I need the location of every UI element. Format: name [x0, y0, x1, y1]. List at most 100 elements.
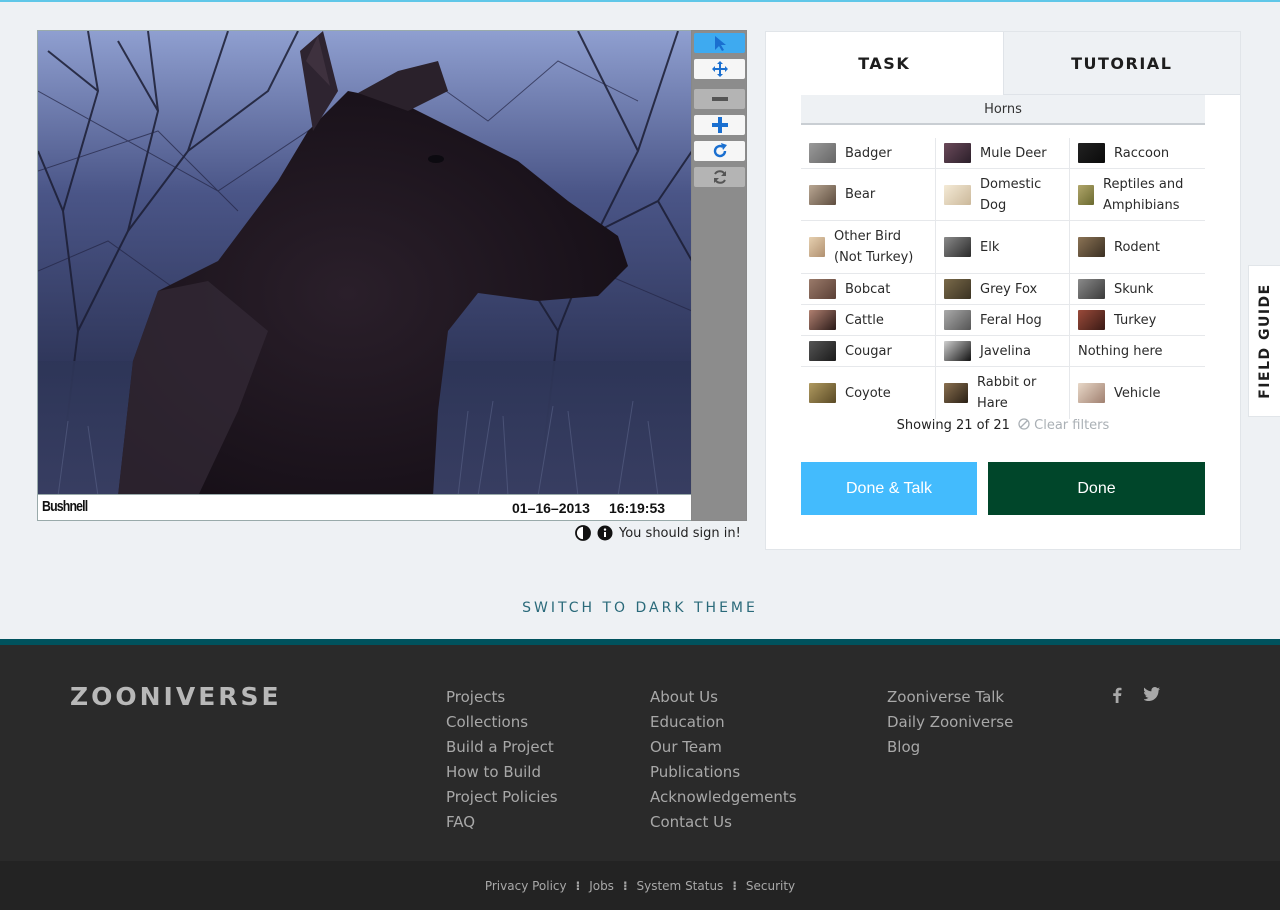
- site-footer: ZOONIVERSE Projects Collections Build a …: [0, 639, 1280, 861]
- species-row: Bobcat Grey Fox Skunk: [801, 274, 1205, 305]
- minus-icon: [711, 97, 728, 101]
- zoom-in-button[interactable]: [694, 115, 745, 135]
- field-guide-tab[interactable]: FIELD GUIDE: [1248, 265, 1280, 417]
- coyote-thumbnail: [809, 383, 836, 403]
- clear-filters-button[interactable]: Clear filters: [1018, 418, 1109, 433]
- domestic-dog-thumbnail: [944, 184, 971, 205]
- footer-column-talk: Zooniverse Talk Daily Zooniverse Blog: [887, 685, 1013, 760]
- filter-horns[interactable]: Horns: [801, 95, 1205, 125]
- cougar-thumbnail: [809, 341, 836, 361]
- security-link[interactable]: Security: [746, 879, 795, 893]
- camera-date-stamp: 01–16–2013: [512, 500, 590, 516]
- footer-link[interactable]: Collections: [446, 710, 558, 735]
- species-choice-badger[interactable]: Badger: [801, 138, 935, 168]
- species-choice-cougar[interactable]: Cougar: [801, 336, 935, 366]
- species-choice-raccoon[interactable]: Raccoon: [1069, 138, 1203, 168]
- results-count: Showing 21 of 21 Clear filters: [801, 418, 1205, 433]
- species-choice-javelina[interactable]: Javelina: [935, 336, 1069, 366]
- vehicle-thumbnail: [1078, 383, 1105, 403]
- species-row: Badger Mule Deer Raccoon: [801, 138, 1205, 169]
- zooniverse-logo[interactable]: ZOONIVERSE: [70, 682, 282, 711]
- species-choice-nothing-here[interactable]: Nothing here: [1069, 336, 1203, 366]
- facebook-icon[interactable]: [1112, 687, 1122, 703]
- footer-link[interactable]: Projects: [446, 685, 558, 710]
- footer-link[interactable]: How to Build: [446, 760, 558, 785]
- species-choice-coyote[interactable]: Coyote: [801, 367, 935, 419]
- species-choice-cattle[interactable]: Cattle: [801, 305, 935, 335]
- species-row: Coyote Rabbit or Hare Vehicle: [801, 367, 1205, 419]
- twitter-icon[interactable]: [1144, 687, 1160, 701]
- species-choice-grey-fox[interactable]: Grey Fox: [935, 274, 1069, 304]
- reset-button[interactable]: [694, 167, 745, 187]
- contrast-toggle-icon[interactable]: [575, 525, 591, 541]
- viewer-toolbar: [691, 30, 747, 521]
- species-row: Cattle Feral Hog Turkey: [801, 305, 1205, 336]
- footer-link[interactable]: Zooniverse Talk: [887, 685, 1013, 710]
- footer-link[interactable]: Blog: [887, 735, 1013, 760]
- species-choice-skunk[interactable]: Skunk: [1069, 274, 1203, 304]
- plus-icon: [711, 117, 728, 133]
- footer-link[interactable]: Our Team: [650, 735, 797, 760]
- sign-in-prompt[interactable]: You should sign in!: [619, 526, 741, 541]
- subject-viewer: Bushnell 01–16–2013 16:19:53 You should …: [37, 30, 747, 541]
- rotate-button[interactable]: [694, 141, 745, 161]
- separator-icon: ⁝: [622, 878, 628, 893]
- top-accent-line: [0, 0, 1280, 2]
- feral-hog-thumbnail: [944, 310, 971, 330]
- social-links: [1112, 687, 1160, 703]
- footer-link[interactable]: Education: [650, 710, 797, 735]
- rotate-icon: [713, 143, 727, 158]
- javelina-thumbnail: [944, 341, 971, 361]
- species-choice-bobcat[interactable]: Bobcat: [801, 274, 935, 304]
- jobs-link[interactable]: Jobs: [589, 879, 614, 893]
- separator-icon: ⁝: [575, 878, 581, 893]
- footer-link[interactable]: About Us: [650, 685, 797, 710]
- footer-link[interactable]: Daily Zooniverse: [887, 710, 1013, 735]
- bird-thumbnail: [809, 237, 825, 257]
- species-choice-other-bird[interactable]: Other Bird (Not Turkey): [801, 221, 935, 273]
- rabbit-thumbnail: [944, 383, 968, 403]
- grey-fox-thumbnail: [944, 279, 971, 299]
- species-choice-feral-hog[interactable]: Feral Hog: [935, 305, 1069, 335]
- skunk-thumbnail: [1078, 279, 1105, 299]
- privacy-policy-link[interactable]: Privacy Policy: [485, 879, 567, 893]
- species-choice-rabbit-hare[interactable]: Rabbit or Hare: [935, 367, 1069, 419]
- system-status-link[interactable]: System Status: [637, 879, 724, 893]
- footer-link[interactable]: Publications: [650, 760, 797, 785]
- footer-column-about: About Us Education Our Team Publications…: [650, 685, 797, 835]
- move-arrows-icon: [711, 61, 728, 77]
- pointer-tool-button[interactable]: [694, 33, 745, 53]
- species-choice-bear[interactable]: Bear: [801, 169, 935, 220]
- cattle-thumbnail: [809, 310, 836, 330]
- subject-image[interactable]: [37, 30, 691, 495]
- tab-task[interactable]: TASK: [766, 32, 1003, 95]
- bear-thumbnail: [809, 184, 836, 205]
- badger-thumbnail: [809, 143, 836, 163]
- field-guide-label: FIELD GUIDE: [1256, 283, 1273, 399]
- task-tabs: TASK TUTORIAL: [766, 32, 1240, 95]
- dark-theme-toggle[interactable]: SWITCH TO DARK THEME: [0, 600, 1280, 616]
- tab-tutorial[interactable]: TUTORIAL: [1002, 32, 1240, 95]
- species-choice-domestic-dog[interactable]: Domestic Dog: [935, 169, 1069, 220]
- zoom-out-button[interactable]: [694, 89, 745, 109]
- done-button[interactable]: Done: [988, 462, 1205, 515]
- info-icon[interactable]: [597, 525, 613, 541]
- species-choice-rodent[interactable]: Rodent: [1069, 221, 1203, 273]
- species-choice-reptiles-amphibians[interactable]: Reptiles and Amphibians: [1069, 169, 1203, 220]
- footer-link[interactable]: Contact Us: [650, 810, 797, 835]
- camera-stamp-strip: Bushnell 01–16–2013 16:19:53: [37, 495, 691, 521]
- pan-tool-button[interactable]: [694, 59, 745, 79]
- turkey-thumbnail: [1078, 310, 1105, 330]
- footer-link[interactable]: Acknowledgements: [650, 785, 797, 810]
- species-choice-elk[interactable]: Elk: [935, 221, 1069, 273]
- refresh-icon: [713, 170, 726, 184]
- ban-icon: [1018, 418, 1030, 430]
- footer-link[interactable]: Project Policies: [446, 785, 558, 810]
- done-and-talk-button[interactable]: Done & Talk: [801, 462, 977, 515]
- separator-icon: ⁝: [732, 878, 737, 893]
- species-choice-mule-deer[interactable]: Mule Deer: [935, 138, 1069, 168]
- footer-link[interactable]: FAQ: [446, 810, 558, 835]
- species-choice-vehicle[interactable]: Vehicle: [1069, 367, 1203, 419]
- species-choice-turkey[interactable]: Turkey: [1069, 305, 1203, 335]
- footer-link[interactable]: Build a Project: [446, 735, 558, 760]
